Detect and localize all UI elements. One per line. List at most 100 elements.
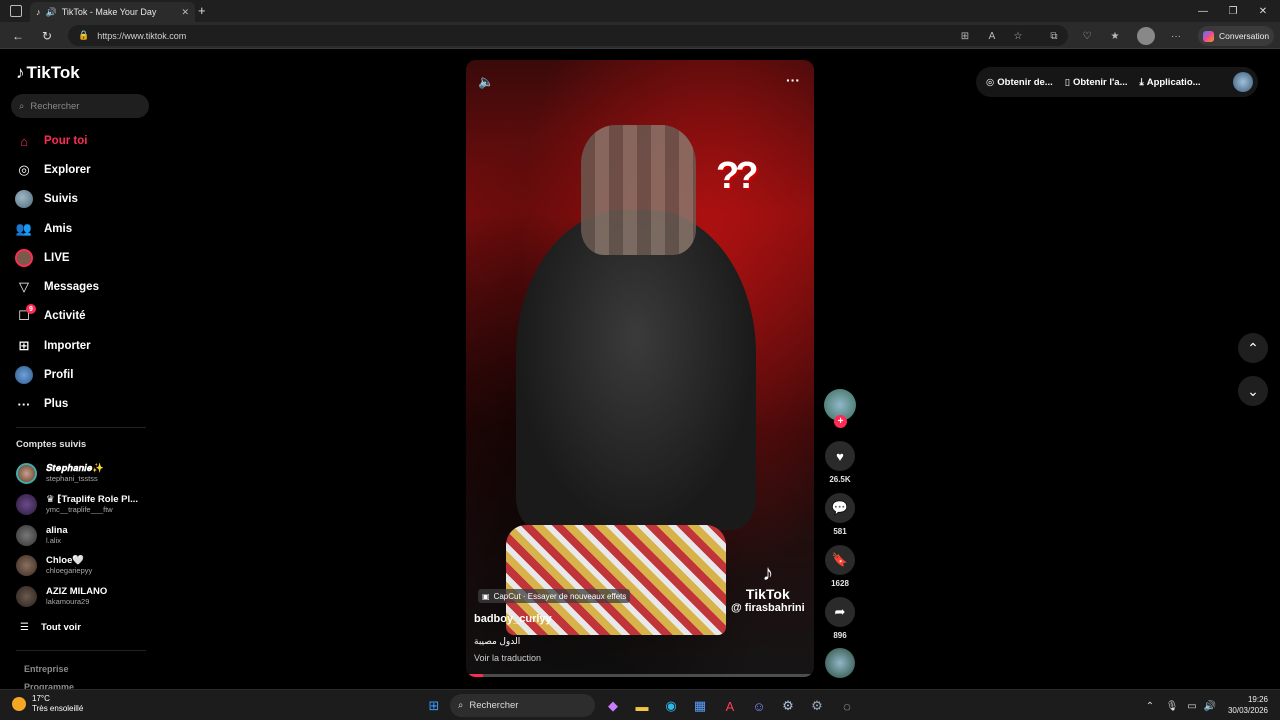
followed-account[interactable]: Chloe🤍 chloegariepyy [16, 552, 92, 578]
sidebar-divider [16, 427, 146, 428]
desktop-app-label: Applicatio... [1146, 76, 1201, 88]
pixelated-face [581, 125, 696, 255]
nav-activity[interactable]: ☐ 9 Activité [14, 304, 86, 328]
weather-desc: Très ensoleillé [32, 704, 84, 713]
address-field[interactable]: 🔒 https://www.tiktok.com [68, 25, 1068, 46]
back-icon[interactable]: ← [8, 26, 28, 46]
account-name: alina [46, 525, 68, 536]
bookmark-icon: 🔖 [825, 545, 855, 575]
desktop-app-button[interactable]: ⤓ Applicatio... [1140, 77, 1201, 88]
settings-icon[interactable]: ⚙ [807, 696, 827, 716]
weather-temp: 17°C [32, 694, 50, 703]
system-clock[interactable]: 19:26 30/03/2026 [1222, 694, 1268, 716]
followed-account[interactable]: 𝑺𝒕𝒆𝒑𝒉𝒂𝒏𝒊𝒆✨ stephani_tsstss [16, 460, 104, 486]
comment-button[interactable]: 💬 581 [824, 493, 856, 536]
watermark-handle: @ firasbahrini [731, 602, 805, 614]
microphone-icon[interactable]: 🎙 [1162, 696, 1182, 716]
app-icon[interactable]: ◌ [837, 696, 857, 716]
volume-icon[interactable]: 🔈 [478, 74, 494, 90]
weather-widget[interactable]: 17°C Très ensoleillé [12, 694, 83, 714]
get-coins-button[interactable]: ◎ Obtenir de... [986, 77, 1053, 88]
see-translation-link[interactable]: Voir la traduction [474, 653, 541, 663]
nav-more[interactable]: ··· Plus [14, 392, 69, 416]
share-count: 896 [833, 631, 847, 640]
nav-messages[interactable]: ▽ Messages [14, 275, 99, 299]
nav-upload[interactable]: ⊞ Importer [14, 334, 91, 358]
save-button[interactable]: 🔖 1628 [824, 545, 856, 588]
tiktok-logo[interactable]: ♪ TikTok [16, 63, 80, 83]
read-aloud-icon[interactable]: A [983, 27, 1001, 45]
tab-close-icon[interactable]: ✕ [181, 7, 189, 18]
browser-essentials-icon[interactable]: ♡ [1078, 27, 1096, 45]
close-window-icon[interactable]: ✕ [1248, 0, 1278, 22]
video-author[interactable]: badboy_curlyy [474, 613, 552, 625]
video-more-icon[interactable]: ··· [786, 72, 800, 88]
speaker-icon[interactable]: 🔊 [46, 7, 57, 18]
browser-tab[interactable]: ♪ 🔊 TikTok - Make Your Day ✕ [30, 2, 195, 22]
edge-icon[interactable]: ◉ [661, 696, 681, 716]
url-text: https://www.tiktok.com [97, 30, 187, 41]
file-explorer-icon[interactable]: ▬ [632, 696, 652, 716]
music-disc-button[interactable] [824, 648, 856, 678]
network-icon[interactable]: ▭ [1182, 696, 1202, 716]
followed-account[interactable]: ♛ ⁅Traplife Role Pl... ymc__traplife___f… [16, 491, 138, 517]
maximize-icon[interactable]: ❐ [1218, 0, 1248, 22]
follow-plus-icon[interactable]: + [834, 415, 847, 428]
menu-dots-icon[interactable]: ··· [1167, 27, 1185, 45]
volume-tray-icon[interactable]: 🔊 [1200, 696, 1220, 716]
nav-for-you[interactable]: ⌂ Pour toi [14, 129, 87, 153]
taskbar-search[interactable]: ⌕ Rechercher [450, 694, 595, 717]
following-section-title: Comptes suivis [16, 439, 87, 450]
followed-account[interactable]: alina l.alix [16, 522, 68, 548]
new-tab-icon[interactable]: + [198, 3, 206, 18]
nav-profile[interactable]: Profil [14, 363, 73, 387]
tiktok-favicon-icon: ♪ [36, 7, 41, 17]
refresh-icon[interactable]: ↻ [37, 26, 57, 46]
store-icon[interactable]: ▦ [690, 696, 710, 716]
profile-avatar-icon [15, 366, 33, 384]
next-video-button[interactable]: ⌄ [1238, 376, 1268, 406]
creator-avatar-button[interactable]: + [824, 389, 856, 428]
nav-explore[interactable]: ◎ Explorer [14, 158, 90, 182]
previous-video-button[interactable]: ⌃ [1238, 333, 1268, 363]
list-icon: ☰ [20, 621, 29, 633]
copilot-conversation-button[interactable]: Conversation [1198, 26, 1274, 46]
copilot-taskbar-icon[interactable]: ◆ [603, 696, 623, 716]
tab-actions-icon[interactable] [10, 5, 22, 17]
followed-account[interactable]: AZIZ MILANO lakamoura29 [16, 583, 107, 609]
see-all-button[interactable]: ☰ Tout voir [20, 614, 81, 640]
get-app-button[interactable]: ▯ Obtenir l'a... [1065, 77, 1128, 88]
share-button[interactable]: ➦ 896 [824, 597, 856, 640]
footer-link[interactable]: Entreprise [24, 664, 69, 674]
discord-icon[interactable]: ☺ [749, 696, 769, 716]
capcut-tag[interactable]: ▣ CapCut · Essayer de nouveaux effets [478, 589, 631, 603]
search-icon: ⌕ [458, 700, 464, 711]
browser-titlebar: ♪ 🔊 TikTok - Make Your Day ✕ + — ❐ ✕ [0, 0, 1280, 22]
nav-live[interactable]: LIVE [14, 246, 70, 270]
user-avatar[interactable] [1233, 72, 1253, 92]
video-progress-bar[interactable] [466, 674, 814, 677]
steam-icon[interactable]: ⚙ [778, 696, 798, 716]
apps-icon[interactable]: ⊞ [956, 27, 974, 45]
favorite-star-icon[interactable]: ☆ [1009, 27, 1027, 45]
comment-count: 581 [833, 527, 847, 536]
video-person [516, 210, 756, 530]
minimize-icon[interactable]: — [1188, 0, 1218, 22]
extensions-icon[interactable]: ⧉ [1045, 27, 1063, 45]
footer-link[interactable]: Programme [24, 682, 74, 689]
search-input[interactable]: ⌕ Rechercher [11, 94, 149, 118]
get-app-label: Obtenir l'a... [1072, 76, 1128, 88]
profile-icon[interactable] [1137, 27, 1155, 45]
video-player[interactable]: ?? 🔈 ··· ▣ CapCut · Essayer de nouveaux … [466, 60, 814, 677]
nav-friends[interactable]: 👥 Amis [14, 217, 72, 241]
favorites-icon[interactable]: ★ [1106, 27, 1124, 45]
tray-chevron-icon[interactable]: ⌃ [1140, 696, 1160, 716]
like-button[interactable]: ♥ 26.5K [824, 441, 856, 484]
nav-label: Profil [44, 369, 74, 381]
account-username: lakamoura29 [46, 597, 90, 606]
windows-start-icon[interactable]: ⊞ [424, 696, 444, 716]
friends-icon: 👥 [15, 221, 33, 236]
nav-following[interactable]: Suivis [14, 187, 78, 211]
live-avatar-icon [15, 249, 33, 267]
adobe-icon[interactable]: A [720, 696, 740, 716]
